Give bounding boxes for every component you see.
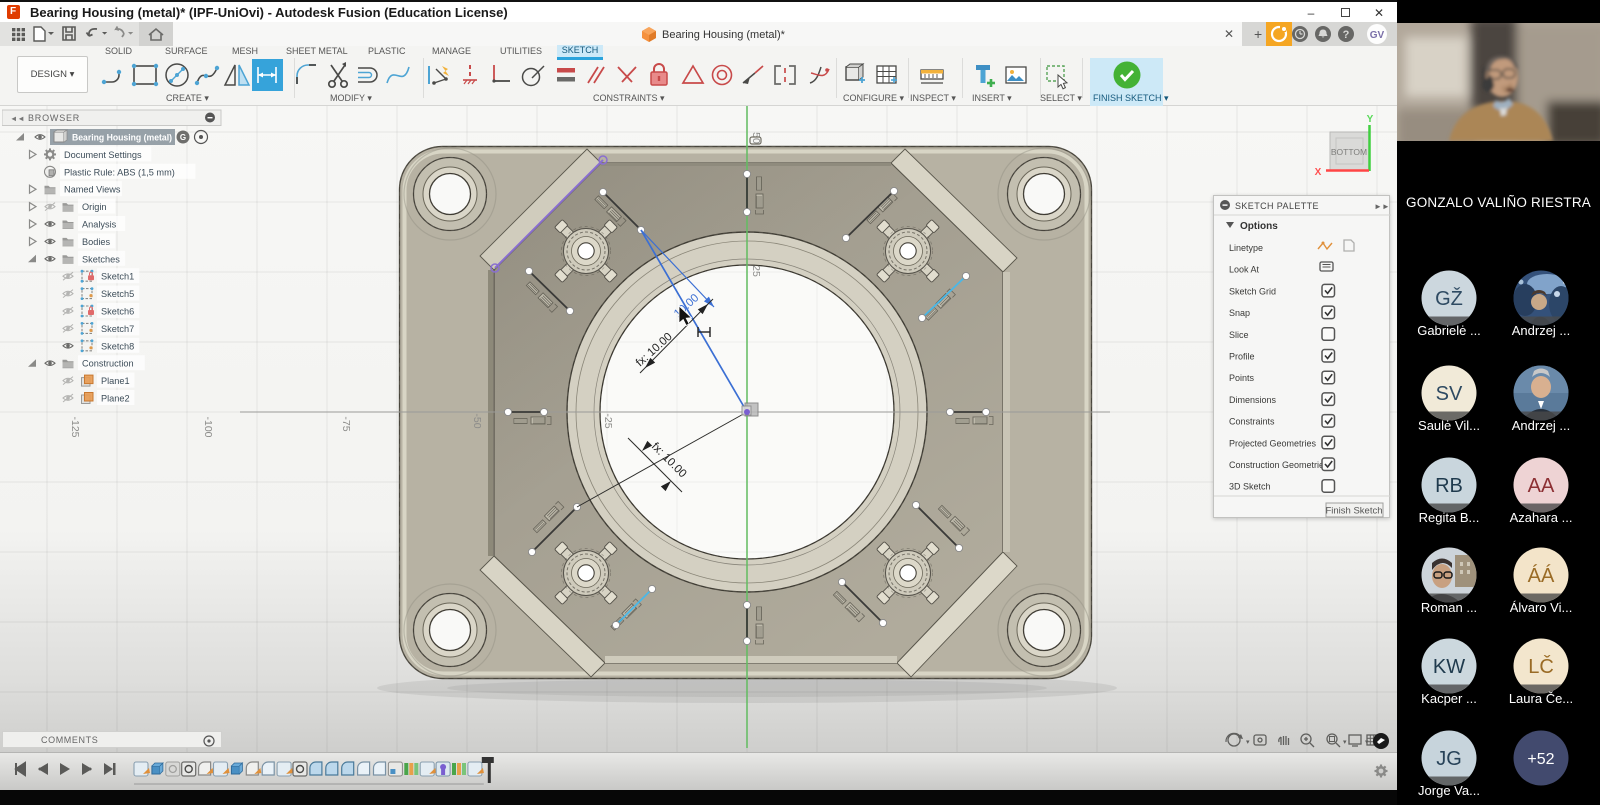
svg-text:Laura Če...: Laura Če... bbox=[1509, 691, 1573, 706]
svg-text:25: 25 bbox=[750, 265, 762, 277]
svg-text:Plastic Rule: ABS (1,5 mm): Plastic Rule: ABS (1,5 mm) bbox=[64, 167, 175, 177]
svg-text:LČ: LČ bbox=[1528, 655, 1554, 678]
svg-text:Profile: Profile bbox=[1229, 352, 1255, 362]
svg-text:+: + bbox=[1254, 26, 1262, 42]
svg-text:-125: -125 bbox=[69, 416, 81, 437]
svg-text:KW: KW bbox=[1433, 656, 1465, 678]
svg-text:?: ? bbox=[1343, 29, 1350, 41]
svg-text:Andrzej ...: Andrzej ... bbox=[1512, 418, 1571, 433]
svg-text:-25: -25 bbox=[602, 413, 614, 428]
svg-text:Jorge Va...: Jorge Va... bbox=[1418, 783, 1480, 798]
svg-text:Sketch8: Sketch8 bbox=[101, 341, 134, 351]
svg-text:GV: GV bbox=[1370, 30, 1385, 41]
svg-text:Finish Sketch: Finish Sketch bbox=[1325, 506, 1382, 517]
svg-text:Sketch6: Sketch6 bbox=[101, 307, 134, 317]
svg-text:Bodies: Bodies bbox=[82, 237, 110, 247]
svg-text:✕: ✕ bbox=[1224, 27, 1234, 41]
svg-text:SKETCH PALETTE: SKETCH PALETTE bbox=[1235, 201, 1319, 211]
svg-text:SV: SV bbox=[1436, 383, 1463, 405]
svg-text:Álvaro Vi...: Álvaro Vi... bbox=[1510, 600, 1573, 615]
svg-text:ÁÁ: ÁÁ bbox=[1528, 564, 1555, 587]
svg-text:Gabrielė ...: Gabrielė ... bbox=[1417, 323, 1481, 338]
svg-text:G: G bbox=[180, 133, 186, 142]
svg-text:-75: -75 bbox=[340, 416, 352, 431]
svg-text:Sketch5: Sketch5 bbox=[101, 289, 134, 299]
svg-text:Sketches: Sketches bbox=[82, 254, 120, 264]
svg-text:Sketch1: Sketch1 bbox=[101, 272, 134, 282]
svg-text:Constraints: Constraints bbox=[1229, 417, 1275, 427]
svg-text:Y: Y bbox=[1367, 114, 1374, 125]
svg-text:Azahara ...: Azahara ... bbox=[1510, 510, 1573, 525]
svg-text:RB: RB bbox=[1435, 475, 1463, 497]
svg-text:-50: -50 bbox=[471, 413, 483, 428]
svg-text:BOTTOM: BOTTOM bbox=[1331, 147, 1367, 157]
svg-text:▾: ▾ bbox=[1343, 739, 1347, 746]
svg-text:Named Views: Named Views bbox=[64, 185, 121, 195]
svg-text:Bearing Housing (metal): Bearing Housing (metal) bbox=[72, 133, 172, 143]
svg-text:Look At: Look At bbox=[1229, 265, 1260, 275]
svg-text:Roman ...: Roman ... bbox=[1421, 600, 1477, 615]
svg-text:Origin: Origin bbox=[82, 202, 107, 212]
svg-text:Construction Geometries: Construction Geometries bbox=[1229, 460, 1329, 470]
svg-text:Document Settings: Document Settings bbox=[64, 150, 142, 160]
svg-text:▾: ▾ bbox=[1246, 739, 1250, 746]
svg-text:Linetype: Linetype bbox=[1229, 243, 1263, 253]
svg-text:Snap: Snap bbox=[1229, 308, 1250, 318]
svg-text:X: X bbox=[1315, 167, 1322, 178]
svg-text:+52: +52 bbox=[1527, 751, 1554, 768]
svg-text:Analysis: Analysis bbox=[82, 220, 117, 230]
svg-text:GŽ: GŽ bbox=[1435, 287, 1463, 310]
svg-text:AA: AA bbox=[1528, 475, 1555, 497]
svg-text:Plane2: Plane2 bbox=[101, 394, 130, 404]
svg-text:Regita B...: Regita B... bbox=[1419, 510, 1480, 525]
svg-text:Sketch Grid: Sketch Grid bbox=[1229, 286, 1276, 296]
svg-text:Andrzej ...: Andrzej ... bbox=[1512, 323, 1571, 338]
svg-text:BROWSER: BROWSER bbox=[28, 113, 80, 123]
svg-text:-100: -100 bbox=[202, 416, 214, 437]
svg-text:Dimensions: Dimensions bbox=[1229, 395, 1277, 405]
svg-text:Saulė Vil...: Saulė Vil... bbox=[1418, 418, 1480, 433]
svg-text:Projected Geometries: Projected Geometries bbox=[1229, 438, 1317, 448]
svg-text:Construction: Construction bbox=[82, 359, 134, 369]
svg-text:JG: JG bbox=[1436, 748, 1462, 770]
svg-text:Plane1: Plane1 bbox=[101, 376, 130, 386]
svg-text:Slice: Slice bbox=[1229, 330, 1249, 340]
svg-text:3D Sketch: 3D Sketch bbox=[1229, 482, 1271, 492]
svg-text:►►: ►► bbox=[1374, 202, 1390, 211]
svg-text:Options: Options bbox=[1240, 221, 1278, 232]
svg-text:Points: Points bbox=[1229, 373, 1255, 383]
svg-text:Kacper ...: Kacper ... bbox=[1421, 691, 1477, 706]
svg-text:◄◄: ◄◄ bbox=[10, 114, 25, 123]
svg-text:Bearing Housing (metal)*: Bearing Housing (metal)* bbox=[662, 29, 786, 41]
svg-text:Sketch7: Sketch7 bbox=[101, 324, 134, 334]
